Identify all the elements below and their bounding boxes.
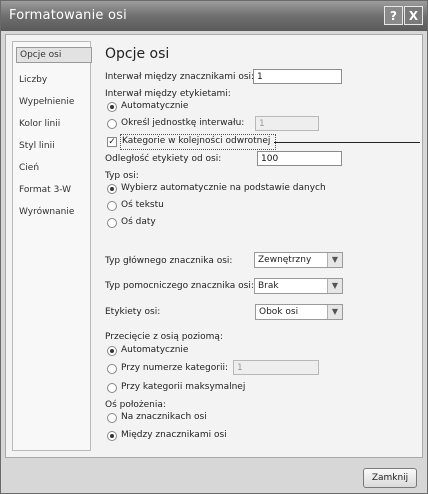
label-distance-label: Odległość etykiety od osi: [105,154,222,164]
position-between-label: Między znacznikami osi [121,430,227,440]
format-axis-dialog: Formatowanie osi ? X Opcje osi Liczby Wy… [0,0,428,494]
dialog-body: Opcje osi Liczby Wypełnienie Kolor linii… [5,34,423,458]
label-distance-input[interactable]: 100 [257,151,342,166]
close-window-button[interactable]: X [404,6,423,25]
section-heading: Opcje osi [105,46,170,62]
chevron-down-icon: ▼ [327,305,342,319]
axis-type-label: Typ osi: [105,171,139,181]
nav-item-shadow[interactable]: Cień [16,161,90,175]
interval-marks-label: Interwał między znacznikami osi: [105,72,255,82]
interval-specify-input[interactable]: 1 [255,116,319,131]
axis-type-text-label: Oś tekstu [121,200,164,210]
crossing-max-radio[interactable] [107,383,117,393]
axis-options-pane: Opcje osi Interwał między znacznikami os… [97,38,420,454]
major-tick-select[interactable]: Zewnętrzny ▼ [254,252,343,268]
crossing-max-label: Przy kategorii maksymalnej [121,382,246,392]
interval-specify-label: Określ jednostkę interwału: [121,118,245,128]
crossing-auto-radio[interactable] [107,346,117,356]
interval-labels-label: Interwał między etykietami: [105,89,231,99]
interval-marks-input[interactable]: 1 [253,69,342,84]
interval-specify-radio[interactable] [107,119,117,129]
minor-tick-label: Typ pomocniczego znacznika osi: [105,281,254,291]
crossing-at-input[interactable]: 1 [233,360,319,375]
minor-tick-select[interactable]: Brak ▼ [254,278,343,294]
reverse-order-label: Kategorie w kolejności odwrotnej [122,136,271,146]
title-bar: Formatowanie osi ? X [1,1,427,31]
nav-item-line-color[interactable]: Kolor linii [16,117,90,131]
nav-item-fill[interactable]: Wypełnienie [16,95,90,109]
nav-item-numbers[interactable]: Liczby [16,73,90,87]
callout-line [274,142,420,143]
axis-labels-value: Obok osi [259,307,299,317]
crossing-label: Przecięcie z osią poziomą: [105,332,223,342]
nav-item-3d-format[interactable]: Format 3-W [16,183,90,197]
position-on-ticks-radio[interactable] [107,413,117,423]
nav-item-line-style[interactable]: Styl linii [16,139,90,153]
position-on-ticks-label: Na znacznikach osi [121,412,207,422]
axis-labels-select[interactable]: Obok osi ▼ [255,304,343,320]
dialog-title: Formatowanie osi [9,8,127,23]
axis-type-date-radio[interactable] [107,218,117,228]
interval-auto-radio[interactable] [107,102,117,112]
chevron-down-icon: ▼ [327,279,342,293]
axis-type-auto-radio[interactable] [107,184,117,194]
crossing-at-radio[interactable] [107,364,117,374]
chevron-down-icon: ▼ [327,253,342,267]
help-button[interactable]: ? [384,6,403,25]
nav-item-axis-options[interactable]: Opcje osi [16,47,92,63]
axis-type-date-label: Oś daty [121,217,156,227]
interval-auto-label: Automatycznie [121,101,189,111]
major-tick-label: Typ głównego znacznika osi: [105,256,233,266]
axis-type-auto-label: Wybierz automatycznie na podstawie danyc… [121,183,326,193]
position-between-radio[interactable] [107,431,117,441]
minor-tick-value: Brak [258,281,279,291]
category-list: Opcje osi Liczby Wypełnienie Kolor linii… [12,41,92,451]
position-label: Oś położenia: [105,400,166,410]
axis-labels-label: Etykiety osi: [105,307,161,317]
nav-item-alignment[interactable]: Wyrównanie [16,205,90,219]
major-tick-value: Zewnętrzny [258,255,312,265]
axis-type-text-radio[interactable] [107,201,117,211]
reverse-order-checkbox[interactable]: ✓ [107,137,117,147]
close-button[interactable]: Zamknij [363,468,417,488]
crossing-auto-label: Automatycznie [121,345,189,355]
crossing-at-label: Przy numerze kategorii: [121,363,229,373]
